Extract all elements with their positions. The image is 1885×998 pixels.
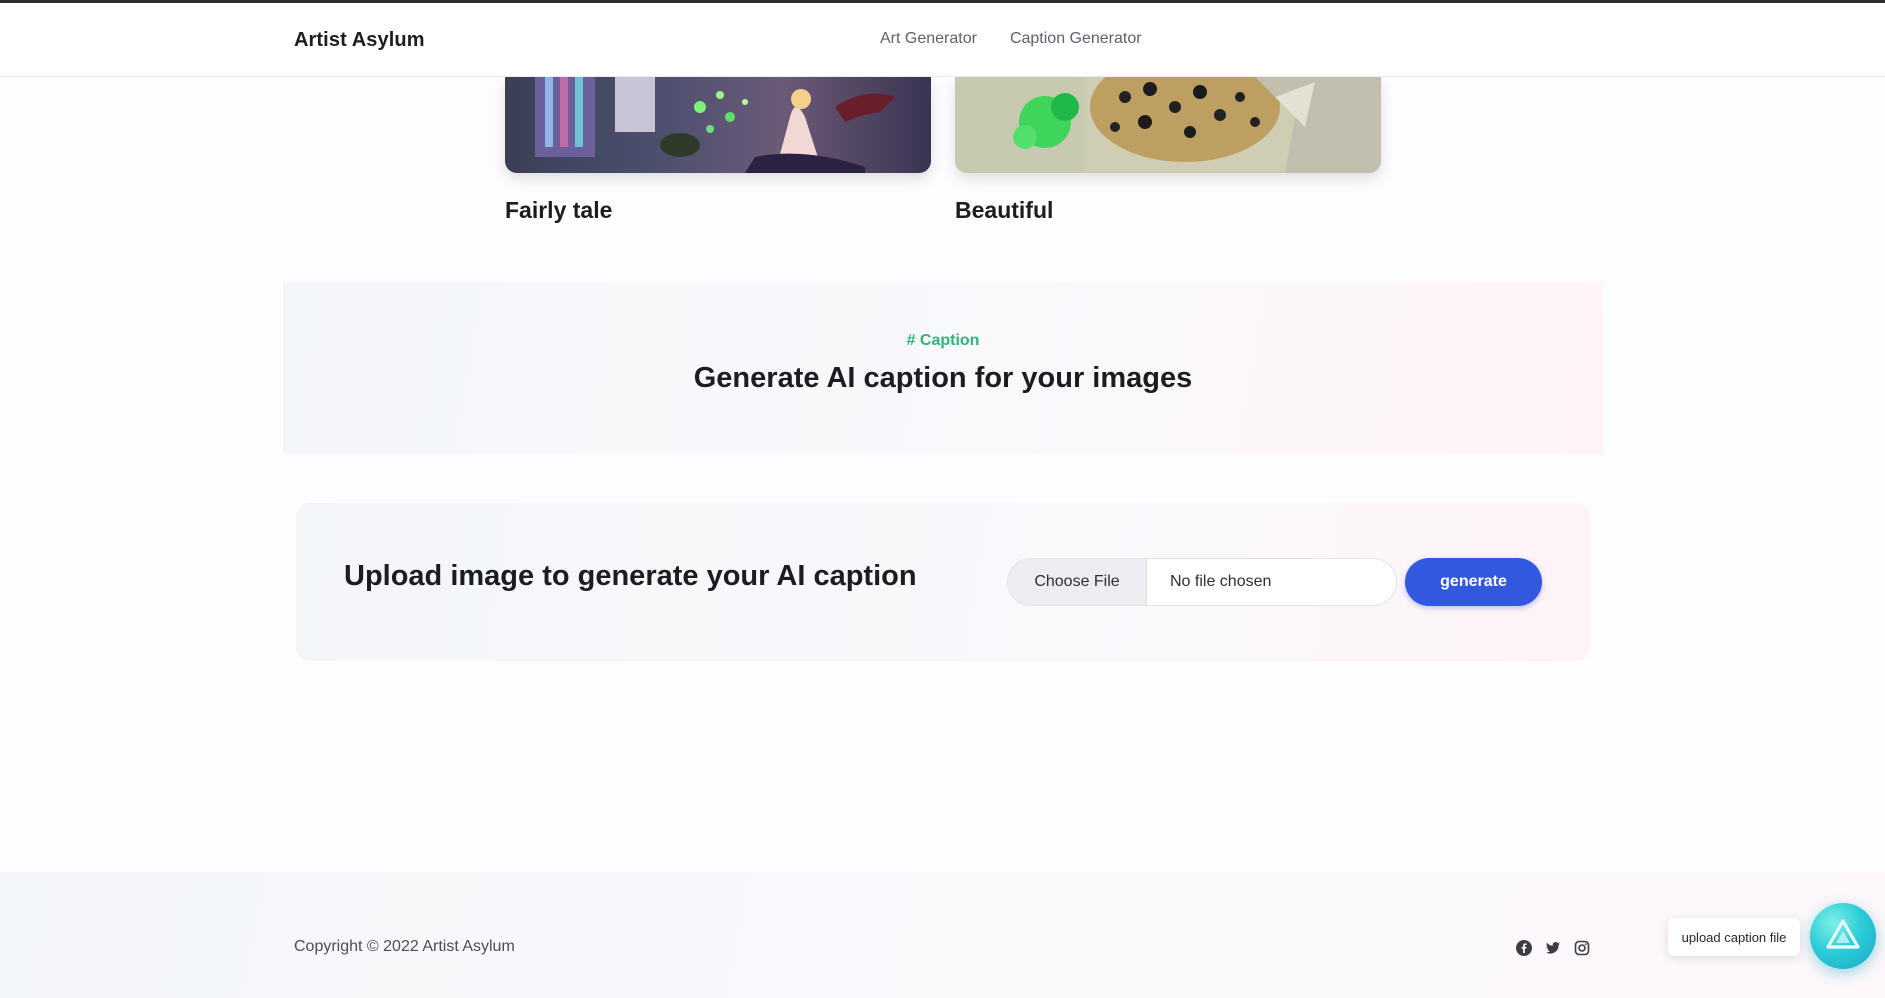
- caption-section-header: # Caption Generate AI caption for your i…: [283, 282, 1603, 454]
- assistant-logo-icon: [1826, 918, 1860, 954]
- site-footer: Copyright © 2022 Artist Asylum: [0, 872, 1885, 998]
- gallery-image-fairy-tale: [505, 77, 931, 173]
- gallery-title: Beautiful: [955, 197, 1054, 223]
- twitter-icon[interactable]: [1545, 940, 1561, 956]
- nav-caption-generator[interactable]: Caption Generator: [1010, 30, 1142, 48]
- gallery-image-beautiful: [955, 77, 1381, 173]
- gallery-card[interactable]: Fairly tale: [505, 77, 931, 224]
- social-links: [1516, 940, 1590, 956]
- main-nav: Art Generator Caption Generator: [880, 30, 1142, 48]
- upload-prompt: Upload image to generate your AI caption: [344, 560, 917, 592]
- site-header: Artist Asylum Art Generator Caption Gene…: [0, 3, 1885, 77]
- section-tag: # Caption: [906, 332, 980, 349]
- facebook-icon[interactable]: [1516, 940, 1532, 956]
- gallery-card[interactable]: Beautiful: [955, 77, 1381, 224]
- file-input[interactable]: Choose File No file chosen: [1007, 558, 1397, 606]
- gallery-title: Fairly tale: [505, 197, 613, 223]
- generate-button[interactable]: generate: [1405, 558, 1542, 606]
- copyright-text: Copyright © 2022 Artist Asylum: [294, 938, 515, 955]
- assistant-button[interactable]: [1810, 903, 1876, 969]
- upload-panel: Upload image to generate your AI caption…: [296, 503, 1590, 661]
- assistant-tooltip: upload caption file: [1668, 918, 1800, 956]
- file-status-text: No file chosen: [1170, 573, 1272, 590]
- choose-file-button[interactable]: Choose File: [1008, 559, 1147, 605]
- nav-art-generator[interactable]: Art Generator: [880, 30, 977, 48]
- section-heading: Generate AI caption for your images: [693, 362, 1193, 394]
- instagram-icon[interactable]: [1574, 940, 1590, 956]
- brand-logo[interactable]: Artist Asylum: [294, 29, 425, 52]
